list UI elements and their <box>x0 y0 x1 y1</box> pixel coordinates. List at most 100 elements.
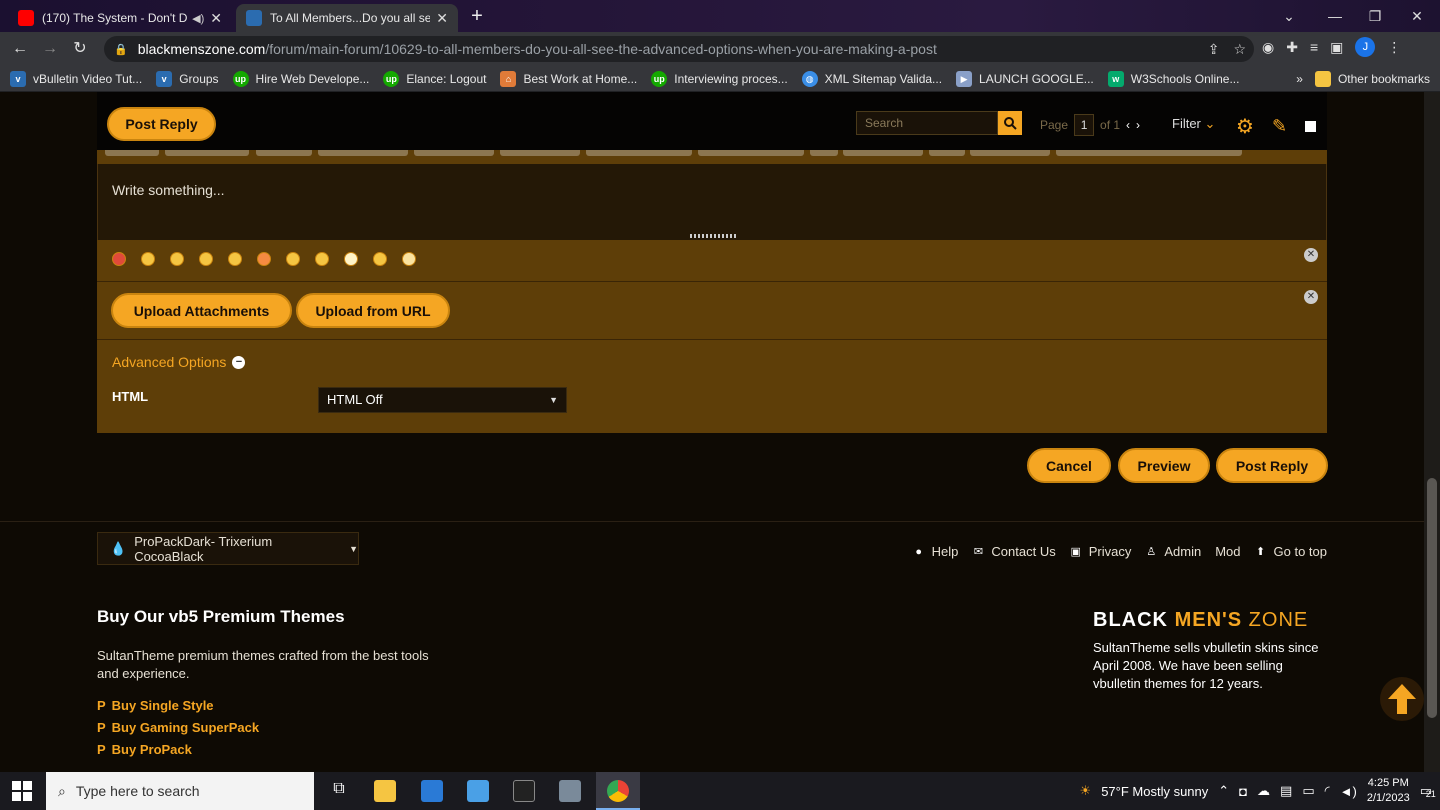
upload-attachments-button[interactable]: Upload Attachments <box>111 293 292 328</box>
go-to-top-button[interactable] <box>1380 677 1424 721</box>
weather-text[interactable]: 57°F Mostly sunny <box>1101 784 1208 799</box>
select-all-checkbox[interactable] <box>1305 121 1317 132</box>
grin-smiley-icon[interactable] <box>257 252 271 266</box>
editor-tool-button[interactable] <box>256 150 312 156</box>
volume-icon[interactable]: ◄) <box>1340 784 1357 799</box>
clock[interactable]: 4:25 PM 2/1/2023 <box>1367 776 1410 806</box>
gear-icon[interactable]: ⚙ <box>1236 114 1254 139</box>
editor-tool-button[interactable] <box>500 150 580 156</box>
angry-smiley-icon[interactable] <box>112 252 126 266</box>
store-icon[interactable] <box>467 780 489 802</box>
scrollbar-thumb[interactable] <box>1427 478 1437 718</box>
bookmark-item[interactable]: v Groups <box>156 70 219 87</box>
resize-grip[interactable] <box>690 234 736 238</box>
confused-smiley-icon[interactable] <box>286 252 300 266</box>
page-number-input[interactable]: 1 <box>1074 114 1095 136</box>
puzzle-icon[interactable]: ✚ <box>1286 39 1298 56</box>
shocked-smiley-icon[interactable] <box>402 252 416 266</box>
buy-gaming-superpack-link[interactable]: P Buy Gaming SuperPack <box>97 720 259 735</box>
close-window-button[interactable]: ✕ <box>1394 0 1440 32</box>
other-bookmarks[interactable]: Other bookmarks <box>1314 71 1430 87</box>
bookmark-item[interactable]: up Hire Web Develope... <box>232 70 369 87</box>
page-scrollbar[interactable] <box>1424 92 1440 772</box>
search-button[interactable] <box>998 111 1022 135</box>
tongue-smiley-icon[interactable] <box>228 252 242 266</box>
share-icon[interactable]: ⇪ <box>1208 41 1220 58</box>
footer-link-privacy[interactable]: ▣ Privacy <box>1070 544 1132 559</box>
editor-tool-button[interactable] <box>970 150 1050 156</box>
new-tab-button[interactable]: + <box>466 6 488 28</box>
worried-smiley-icon[interactable] <box>199 252 213 266</box>
footer-link-admin[interactable]: ♙ Admin <box>1145 544 1201 559</box>
close-uploads-icon[interactable]: ✕ <box>1304 290 1318 304</box>
editor-tool-button[interactable] <box>810 150 838 156</box>
restore-button[interactable]: ❐ <box>1352 0 1398 32</box>
post-reply-top-button[interactable]: Post Reply <box>107 107 216 141</box>
buy-propack-link[interactable]: P Buy ProPack <box>97 742 192 757</box>
filter-dropdown[interactable]: Filter ⌄ <box>1172 116 1215 132</box>
close-tab-icon[interactable]: ✕ <box>210 10 222 27</box>
chrome-taskbar-button[interactable] <box>596 772 640 810</box>
footer-link-mod[interactable]: Mod <box>1215 544 1240 559</box>
prev-page-icon[interactable]: ‹ <box>1126 118 1130 132</box>
advanced-options-toggle[interactable]: Advanced Options − <box>112 354 246 370</box>
style-chooser-dropdown[interactable]: 💧 ProPackDark- Trixerium CocoaBlack ▼ <box>97 532 359 565</box>
battery-icon[interactable]: ▭ <box>1302 783 1314 799</box>
speaker-icon[interactable]: ◀︎) <box>192 12 204 25</box>
mail-icon[interactable] <box>421 780 443 802</box>
rolleyes-smiley-icon[interactable] <box>344 252 358 266</box>
menu-kebab-icon[interactable]: ⋮ <box>1387 39 1401 56</box>
tray-app-icon[interactable]: ☁ <box>1257 783 1270 799</box>
reload-icon[interactable]: ↻ <box>68 38 92 60</box>
editor-tool-button[interactable] <box>105 150 159 156</box>
app-icon[interactable] <box>559 780 581 802</box>
editor-tool-button[interactable] <box>414 150 494 156</box>
close-smilies-icon[interactable]: ✕ <box>1304 248 1318 262</box>
editor-tool-button[interactable] <box>929 150 965 156</box>
editor-tool-button[interactable] <box>586 150 692 156</box>
edit-icon[interactable]: ✎ <box>1272 116 1287 137</box>
bookmark-item[interactable]: ⌂ Best Work at Home... <box>500 70 637 87</box>
editor-tool-button[interactable] <box>1056 150 1242 156</box>
bookmark-item[interactable]: ▶ LAUNCH GOOGLE... <box>956 70 1094 87</box>
next-page-icon[interactable]: › <box>1136 118 1140 132</box>
html-select[interactable]: HTML Off ▼ <box>318 387 567 413</box>
profile-avatar[interactable]: J <box>1355 37 1376 57</box>
editor-tool-button[interactable] <box>843 150 923 156</box>
taskbar-search-input[interactable]: ⌕ Type here to search <box>46 772 314 810</box>
extension-icon[interactable]: ◉ <box>1262 39 1274 56</box>
file-explorer-icon[interactable] <box>374 780 396 802</box>
wifi-icon[interactable]: ◜ <box>1325 783 1330 799</box>
tray-app-icon[interactable]: ◘ <box>1239 784 1247 799</box>
bookmark-item[interactable]: up Elance: Logout <box>383 70 486 87</box>
upload-from-url-button[interactable]: Upload from URL <box>296 293 450 328</box>
buy-single-style-link[interactable]: P Buy Single Style <box>97 698 214 713</box>
bookmark-item[interactable]: w W3Schools Online... <box>1107 70 1239 87</box>
tab-forum[interactable]: To All Members...Do you all see th ✕ <box>236 4 458 32</box>
terminal-icon[interactable] <box>513 780 535 802</box>
footer-link-gotop[interactable]: ⬆ Go to top <box>1255 544 1327 559</box>
media-icon[interactable]: ≡ <box>1310 39 1318 55</box>
bookmark-item[interactable]: up Interviewing proces... <box>651 70 788 87</box>
bookmark-item[interactable]: ◍ XML Sitemap Valida... <box>801 70 942 87</box>
sidepanel-icon[interactable]: ▣ <box>1330 39 1343 56</box>
search-input[interactable]: Search <box>856 111 998 135</box>
unamused-smiley-icon[interactable] <box>170 252 184 266</box>
bookmark-item[interactable]: v vBulletin Video Tut... <box>10 70 142 87</box>
forward-icon[interactable]: → <box>38 38 62 60</box>
footer-link-help[interactable]: ● Help <box>913 544 958 559</box>
tab-search-icon[interactable]: ⌄ <box>1266 0 1312 32</box>
bookmark-star-icon[interactable]: ☆ <box>1233 41 1246 58</box>
windows-start-icon[interactable] <box>12 781 32 801</box>
weather-icon[interactable]: ☀ <box>1080 783 1092 799</box>
editor-tool-button[interactable] <box>318 150 408 156</box>
editor-tool-button[interactable] <box>165 150 249 156</box>
close-tab-icon[interactable]: ✕ <box>436 10 448 27</box>
smile-smiley-icon[interactable] <box>141 252 155 266</box>
post-reply-button[interactable]: Post Reply <box>1216 448 1328 483</box>
tray-chevron-icon[interactable]: ⌃ <box>1218 783 1229 799</box>
address-bar[interactable]: 🔒 blackmenszone.com/forum/main-forum/106… <box>104 36 1254 62</box>
more-bookmarks-button[interactable]: » <box>1296 72 1303 86</box>
notification-center-icon[interactable]: ▭ 21 <box>1420 783 1436 799</box>
tray-app-icon[interactable]: ▤ <box>1280 783 1292 799</box>
